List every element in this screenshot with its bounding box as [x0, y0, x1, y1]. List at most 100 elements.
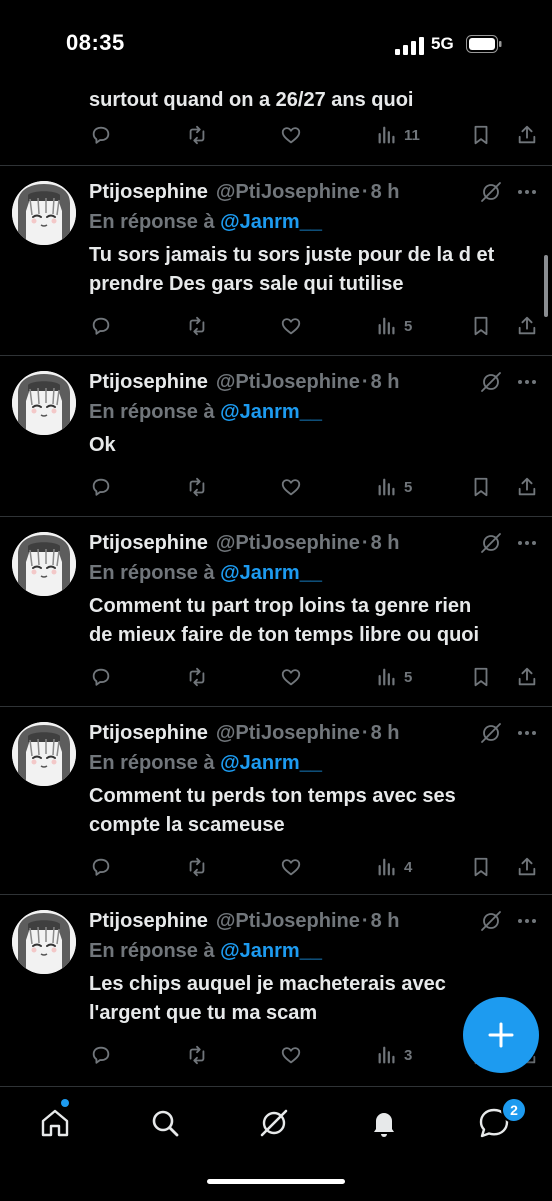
tweet-text-line: Ok — [89, 434, 116, 456]
reply-to-handle[interactable]: @Janrm__ — [220, 752, 322, 774]
retweet-icon — [186, 856, 208, 878]
reply-to-handle[interactable]: @Janrm__ — [220, 211, 322, 233]
tab-notifications[interactable] — [366, 1105, 402, 1141]
retweet-icon — [186, 666, 208, 688]
tweet-text-line: prendre Des gars sale qui tutilise — [89, 273, 404, 295]
avatar[interactable] — [12, 722, 76, 786]
reply-prefix: En réponse à — [89, 401, 215, 423]
tweet[interactable]: Ptijosephine @PtiJosephine · 8 h En réponse … — [0, 706, 552, 895]
retweet-button[interactable] — [186, 314, 208, 338]
avatar[interactable] — [12, 532, 76, 596]
author-handle[interactable]: @PtiJosephine — [216, 371, 360, 394]
more-options-icon[interactable] — [515, 370, 539, 394]
reply-to-handle[interactable]: @Janrm__ — [220, 401, 322, 423]
author-name[interactable]: Ptijosephine — [89, 910, 208, 933]
tweet-age[interactable]: 8 h — [371, 722, 400, 745]
author-name[interactable]: Ptijosephine — [89, 532, 208, 555]
author-handle[interactable]: @PtiJosephine — [216, 722, 360, 745]
views-button[interactable]: 4 — [376, 855, 412, 879]
messages-badge: 2 — [501, 1097, 527, 1123]
tweet-partial[interactable]: surtout quand on a 26/27 ans quoi 11 — [0, 86, 552, 166]
views-button[interactable]: 11 — [376, 123, 420, 147]
bookmark-button[interactable] — [470, 314, 492, 338]
bookmark-button[interactable] — [470, 123, 492, 147]
like-button[interactable] — [280, 475, 302, 499]
share-icon — [516, 476, 538, 498]
retweet-button[interactable] — [186, 123, 208, 147]
tweet-age[interactable]: 8 h — [371, 371, 400, 394]
reply-button[interactable] — [90, 314, 112, 338]
more-options-icon[interactable] — [515, 909, 539, 933]
bookmark-button[interactable] — [470, 855, 492, 879]
tweet-age[interactable]: 8 h — [371, 910, 400, 933]
share-button[interactable] — [516, 665, 538, 689]
like-button[interactable] — [280, 665, 302, 689]
views-button[interactable]: 5 — [376, 475, 412, 499]
tweet[interactable]: Ptijosephine @PtiJosephine · 8 h En réponse … — [0, 355, 552, 517]
scrollbar[interactable] — [544, 255, 548, 317]
reply-icon — [90, 856, 112, 878]
tab-home[interactable] — [37, 1105, 73, 1141]
reply-button[interactable] — [90, 665, 112, 689]
grok-icon[interactable] — [480, 371, 502, 393]
reply-button[interactable] — [90, 475, 112, 499]
author-handle[interactable]: @PtiJosephine — [216, 181, 360, 204]
grok-icon[interactable] — [480, 910, 502, 932]
like-button[interactable] — [280, 855, 302, 879]
share-button[interactable] — [516, 314, 538, 338]
separator-dot: · — [361, 370, 369, 393]
avatar[interactable] — [12, 910, 76, 974]
author-name[interactable]: Ptijosephine — [89, 371, 208, 394]
reply-to-handle[interactable]: @Janrm__ — [220, 562, 322, 584]
more-options-icon[interactable] — [515, 721, 539, 745]
author-handle[interactable]: @PtiJosephine — [216, 532, 360, 555]
retweet-button[interactable] — [186, 1043, 208, 1067]
share-button[interactable] — [516, 855, 538, 879]
search-icon — [152, 1110, 179, 1137]
reply-context: En réponse à @Janrm__ — [89, 401, 322, 424]
views-button[interactable]: 5 — [376, 314, 412, 338]
author-name[interactable]: Ptijosephine — [89, 181, 208, 204]
tweet-age[interactable]: 8 h — [371, 181, 400, 204]
retweet-button[interactable] — [186, 475, 208, 499]
retweet-button[interactable] — [186, 855, 208, 879]
reply-icon — [90, 476, 112, 498]
grok-icon[interactable] — [480, 722, 502, 744]
grok-icon[interactable] — [480, 532, 502, 554]
reply-to-handle[interactable]: @Janrm__ — [220, 940, 322, 962]
author-handle[interactable]: @PtiJosephine — [216, 910, 360, 933]
views-button[interactable]: 3 — [376, 1043, 412, 1067]
share-button[interactable] — [516, 123, 538, 147]
like-icon — [280, 666, 302, 688]
bookmark-button[interactable] — [470, 475, 492, 499]
home-indicator[interactable] — [207, 1179, 345, 1184]
reply-button[interactable] — [90, 1043, 112, 1067]
avatar[interactable] — [12, 371, 76, 435]
author-name[interactable]: Ptijosephine — [89, 722, 208, 745]
more-options-icon[interactable] — [515, 180, 539, 204]
tweet-actions: 5 — [0, 665, 552, 691]
tweet[interactable]: Ptijosephine @PtiJosephine · 8 h En réponse … — [0, 516, 552, 707]
reply-button[interactable] — [90, 123, 112, 147]
compose-button[interactable] — [463, 997, 539, 1073]
like-icon — [280, 315, 302, 337]
views-button[interactable]: 5 — [376, 665, 412, 689]
like-button[interactable] — [280, 314, 302, 338]
tweet[interactable]: Ptijosephine @PtiJosephine · 8 h En réponse … — [0, 165, 552, 356]
reply-icon — [90, 124, 112, 146]
tweet-text-line: Tu sors jamais tu sors juste pour de la … — [89, 244, 495, 266]
bookmark-button[interactable] — [470, 665, 492, 689]
reply-button[interactable] — [90, 855, 112, 879]
tweet-text: Tu sors jamais tu sors juste pour de la … — [89, 241, 539, 299]
tweet-age[interactable]: 8 h — [371, 532, 400, 555]
like-button[interactable] — [280, 123, 302, 147]
like-icon — [280, 1044, 302, 1066]
tab-search[interactable] — [147, 1105, 183, 1141]
grok-icon[interactable] — [480, 181, 502, 203]
like-button[interactable] — [280, 1043, 302, 1067]
more-options-icon[interactable] — [515, 531, 539, 555]
retweet-button[interactable] — [186, 665, 208, 689]
tab-grok[interactable] — [256, 1105, 292, 1141]
avatar[interactable] — [12, 181, 76, 245]
share-button[interactable] — [516, 475, 538, 499]
